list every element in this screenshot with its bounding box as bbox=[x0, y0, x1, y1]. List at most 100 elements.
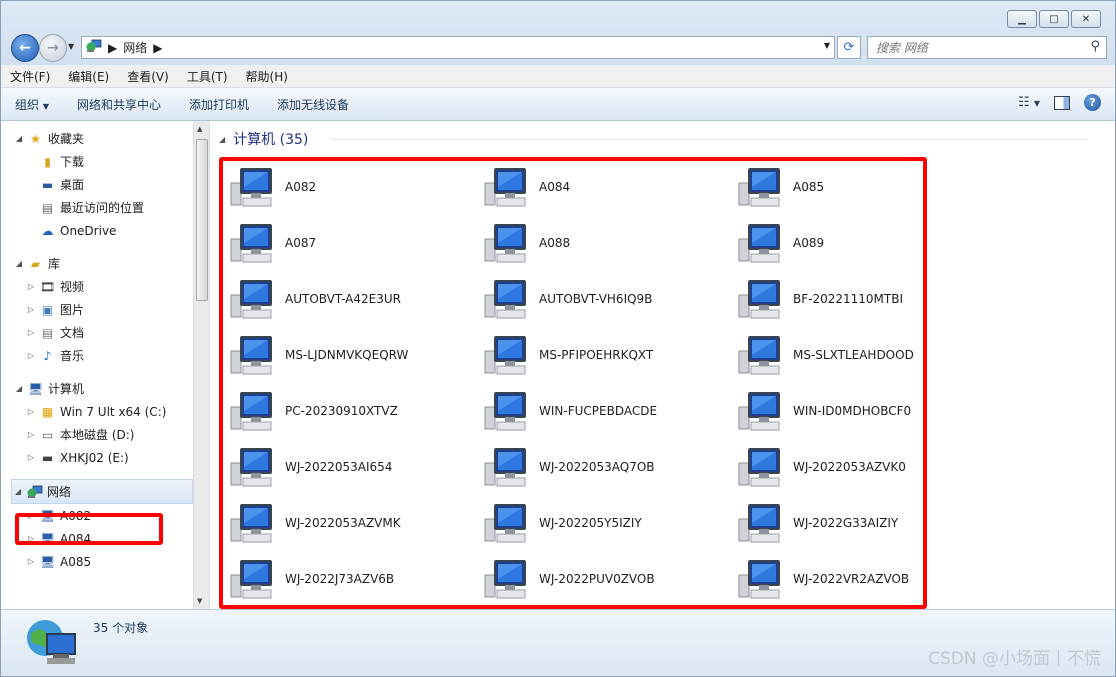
organize-button[interactable]: 组织 ▼ bbox=[1, 96, 63, 113]
window-controls: ▁ □ ✕ bbox=[1007, 10, 1101, 28]
breadcrumb-separator[interactable]: ▶ bbox=[153, 41, 162, 55]
add-printer-button[interactable]: 添加打印机 bbox=[175, 96, 263, 113]
highlight-box-network bbox=[15, 513, 163, 545]
network-icon bbox=[26, 484, 43, 499]
hard-drive-icon: ▭ bbox=[41, 427, 54, 442]
nav-item-videos[interactable]: ▷ 🎞 视频 bbox=[13, 275, 193, 298]
collapsed-arrow-icon[interactable]: ▷ bbox=[25, 328, 37, 337]
minimize-button[interactable]: ▁ bbox=[1007, 10, 1037, 28]
network-center-button[interactable]: 网络和共享中心 bbox=[63, 96, 175, 113]
nav-favorites-label: 收藏夹 bbox=[48, 132, 85, 146]
nav-item-label: 音乐 bbox=[60, 349, 85, 363]
highlight-box-computers bbox=[219, 157, 927, 609]
nav-favorites[interactable]: ◢ ★ 收藏夹 bbox=[13, 127, 193, 150]
search-box: ⚲ bbox=[867, 36, 1107, 59]
group-divider bbox=[331, 139, 1086, 140]
scroll-up-icon[interactable]: ▲ bbox=[197, 125, 202, 133]
nav-item-label: OneDrive bbox=[60, 223, 117, 238]
cloud-icon: ☁ bbox=[41, 223, 54, 238]
view-options-icon[interactable]: ☷ ▼ bbox=[1018, 95, 1040, 110]
collapsed-arrow-icon[interactable]: ▷ bbox=[25, 430, 37, 439]
nav-item-label: 文档 bbox=[60, 326, 85, 340]
collapsed-arrow-icon[interactable]: ▷ bbox=[25, 557, 37, 566]
expand-arrow-icon[interactable]: ◢ bbox=[13, 259, 25, 268]
collapse-group-icon[interactable]: ◢ bbox=[219, 135, 225, 144]
music-icon: ♪ bbox=[43, 348, 52, 363]
scroll-thumb[interactable] bbox=[196, 139, 208, 301]
nav-item-desktop[interactable]: ▬ 桌面 bbox=[13, 173, 193, 196]
removable-drive-icon: ▬ bbox=[41, 450, 54, 465]
command-bar-right: ☷ ▼ ? bbox=[1018, 94, 1101, 111]
collapsed-arrow-icon[interactable]: ▷ bbox=[25, 305, 37, 314]
picture-icon: ▣ bbox=[41, 302, 54, 317]
menu-bar: 文件(F) 编辑(E) 查看(V) 工具(T) 帮助(H) bbox=[1, 65, 1115, 88]
expand-arrow-icon[interactable]: ◢ bbox=[12, 487, 24, 496]
network-icon bbox=[86, 39, 102, 56]
help-icon[interactable]: ? bbox=[1084, 94, 1101, 111]
nav-network[interactable]: ◢ 网络 bbox=[11, 479, 193, 504]
search-icon[interactable]: ⚲ bbox=[1090, 39, 1100, 54]
status-bar: 35 个对象 CSDN @小场面丨不慌 bbox=[1, 609, 1115, 676]
nav-item-label: 图片 bbox=[60, 303, 85, 317]
desktop-icon: ▬ bbox=[41, 177, 54, 192]
forward-button[interactable]: → bbox=[39, 34, 67, 62]
nav-item-recent[interactable]: ▤ 最近访问的位置 bbox=[13, 196, 193, 219]
menu-tools[interactable]: 工具(T) bbox=[178, 68, 237, 85]
nav-item-label: 桌面 bbox=[60, 178, 85, 192]
collapsed-arrow-icon[interactable]: ▷ bbox=[25, 282, 37, 291]
nav-item-documents[interactable]: ▷ ▤ 文档 bbox=[13, 321, 193, 344]
search-input[interactable] bbox=[868, 37, 1078, 58]
nav-item-label: 本地磁盘 (D:) bbox=[60, 428, 135, 442]
close-button[interactable]: ✕ bbox=[1071, 10, 1101, 28]
nav-item-label: Win 7 Ult x64 (C:) bbox=[60, 404, 167, 419]
nav-item-label: XHKJ02 (E:) bbox=[60, 450, 129, 465]
history-dropdown-icon[interactable]: ▼ bbox=[68, 42, 74, 51]
collapsed-arrow-icon[interactable]: ▷ bbox=[25, 351, 37, 360]
nav-library-label: 库 bbox=[48, 257, 61, 271]
back-button[interactable]: ← bbox=[11, 34, 39, 62]
menu-help[interactable]: 帮助(H) bbox=[237, 68, 297, 85]
breadcrumb-separator[interactable]: ▶ bbox=[108, 41, 117, 55]
watermark-text: CSDN @小场面丨不慌 bbox=[928, 649, 1101, 669]
nav-item-drive-e[interactable]: ▷ ▬ XHKJ02 (E:) bbox=[13, 446, 193, 469]
breadcrumb-network[interactable]: 网络 bbox=[123, 39, 147, 56]
menu-edit[interactable]: 编辑(E) bbox=[59, 68, 118, 85]
nav-item-downloads[interactable]: ▮ 下载 bbox=[13, 150, 193, 173]
nav-item-label: 视频 bbox=[60, 280, 85, 294]
library-icon: ▰ bbox=[30, 256, 41, 271]
title-bar: ▁ □ ✕ bbox=[1, 1, 1115, 31]
nav-item-pictures[interactable]: ▷ ▣ 图片 bbox=[13, 298, 193, 321]
menu-view[interactable]: 查看(V) bbox=[118, 68, 178, 85]
nav-computer-label: 计算机 bbox=[48, 382, 85, 396]
add-wireless-button[interactable]: 添加无线设备 bbox=[263, 96, 363, 113]
nav-item-onedrive[interactable]: ☁ OneDrive bbox=[13, 219, 193, 242]
nav-scrollbar[interactable]: ▲ ▼ bbox=[193, 121, 209, 609]
collapsed-arrow-icon[interactable]: ▷ bbox=[25, 407, 37, 416]
expand-arrow-icon[interactable]: ◢ bbox=[13, 384, 25, 393]
network-globe-icon bbox=[25, 616, 79, 671]
nav-network-label: 网络 bbox=[47, 485, 72, 499]
preview-pane-icon[interactable] bbox=[1054, 95, 1070, 110]
command-bar: 组织 ▼ 网络和共享中心 添加打印机 添加无线设备 ☷ ▼ ? bbox=[1, 88, 1115, 121]
nav-library[interactable]: ◢ ▰ 库 bbox=[13, 252, 193, 275]
address-bar[interactable]: ▶ 网络 ▶ ▼ bbox=[81, 36, 835, 59]
group-header[interactable]: ◢ 计算机 (35) bbox=[219, 129, 308, 149]
nav-item-a085[interactable]: ▷ 🖥 A085 bbox=[13, 550, 193, 573]
refresh-button[interactable]: ⟳ bbox=[837, 36, 861, 59]
computer-icon: 🖥 bbox=[27, 381, 44, 396]
star-icon: ★ bbox=[30, 131, 41, 146]
item-count: 35 个对象 bbox=[93, 621, 149, 635]
navigation-pane: ◢ ★ 收藏夹 ▮ 下载 ▬ 桌面 ▤ 最近访问的位置 ☁ OneDrive ◢… bbox=[1, 121, 210, 609]
menu-file[interactable]: 文件(F) bbox=[1, 68, 59, 85]
nav-item-drive-d[interactable]: ▷ ▭ 本地磁盘 (D:) bbox=[13, 423, 193, 446]
address-dropdown-icon[interactable]: ▼ bbox=[824, 41, 830, 50]
nav-item-drive-c[interactable]: ▷ ▦ Win 7 Ult x64 (C:) bbox=[13, 400, 193, 423]
downloads-folder-icon: ▮ bbox=[44, 154, 51, 169]
explorer-window: ▁ □ ✕ ← → ▼ ▶ 网络 ▶ ▼ ⟳ ⚲ 文件(F) 编辑(E) bbox=[0, 0, 1116, 677]
nav-computer[interactable]: ◢ 🖥 计算机 bbox=[13, 377, 193, 400]
expand-arrow-icon[interactable]: ◢ bbox=[13, 134, 25, 143]
scroll-down-icon[interactable]: ▼ bbox=[197, 597, 202, 605]
nav-item-music[interactable]: ▷ ♪ 音乐 bbox=[13, 344, 193, 367]
maximize-button[interactable]: □ bbox=[1039, 10, 1069, 28]
collapsed-arrow-icon[interactable]: ▷ bbox=[25, 453, 37, 462]
